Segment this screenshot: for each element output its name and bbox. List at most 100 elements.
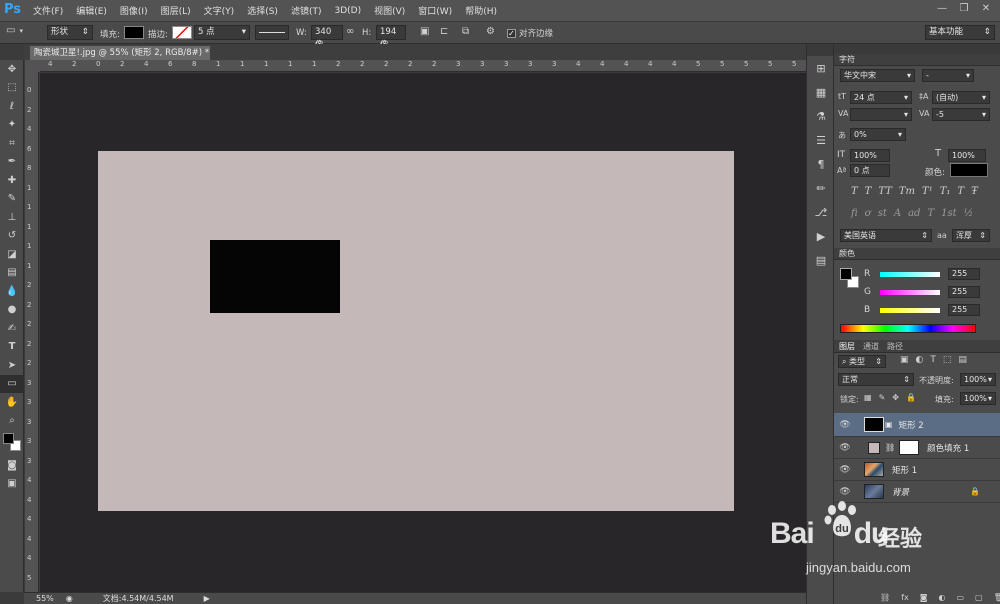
- mode-select[interactable]: 形状 ⇕: [47, 25, 93, 40]
- layer-row-rectangle-1[interactable]: 👁 矩形 1: [834, 459, 1000, 481]
- adjustments-panel-icon[interactable]: ⚗: [807, 104, 835, 128]
- baseline-shift-field[interactable]: 0 点: [850, 164, 890, 177]
- b-slider[interactable]: [880, 307, 940, 313]
- menu-file[interactable]: 文件(F): [33, 4, 63, 17]
- swash-icon[interactable]: st: [878, 208, 887, 219]
- new-layer-icon[interactable]: ▢: [975, 593, 983, 602]
- type-tool-icon[interactable]: T: [0, 338, 24, 357]
- menu-type[interactable]: 文字(Y): [204, 4, 235, 17]
- path-alignment-icon[interactable]: ⊏: [440, 26, 448, 37]
- path-operations-icon[interactable]: ▣: [420, 26, 429, 37]
- tracking-field[interactable]: -5 ▾: [932, 108, 990, 121]
- old-style-icon[interactable]: ơ: [865, 208, 871, 219]
- stroke-type-select[interactable]: [255, 25, 289, 40]
- adjustment-layer-icon[interactable]: ◐: [938, 593, 945, 602]
- filter-type-icon[interactable]: T: [930, 355, 936, 365]
- superscript-icon[interactable]: T¹: [922, 186, 933, 197]
- gradient-tool-icon[interactable]: ▤: [0, 264, 24, 283]
- faux-italic-icon[interactable]: T: [865, 186, 872, 197]
- menu-filter[interactable]: 滤镜(T): [291, 4, 322, 17]
- small-caps-icon[interactable]: Tт: [899, 186, 915, 197]
- stroke-width-field[interactable]: 5 点 ▾: [194, 25, 250, 40]
- color-panel-tab[interactable]: 颜色: [834, 248, 1000, 260]
- visibility-eye-icon[interactable]: 👁: [838, 487, 852, 497]
- r-slider[interactable]: [880, 271, 940, 277]
- menu-edit[interactable]: 编辑(E): [76, 4, 107, 17]
- menu-layer[interactable]: 图层(L): [161, 4, 191, 17]
- clone-stamp-tool-icon[interactable]: ⊥: [0, 208, 24, 227]
- document-canvas[interactable]: [98, 151, 734, 511]
- layer-row-rectangle-2[interactable]: 👁 ▣ 矩形 2: [834, 413, 1000, 437]
- dodge-tool-icon[interactable]: ●: [0, 301, 24, 320]
- foreground-color-swatch[interactable]: [3, 433, 14, 444]
- minimize-button[interactable]: —: [933, 3, 951, 17]
- layer-filter-select[interactable]: ⌕ 类型 ⇕: [838, 355, 886, 368]
- menu-image[interactable]: 图像(I): [120, 4, 148, 17]
- screen-mode-icon[interactable]: ▣: [0, 475, 24, 494]
- opacity-field[interactable]: 100% ▾: [960, 373, 996, 386]
- zoom-level[interactable]: 55%: [36, 594, 54, 603]
- filter-pixel-icon[interactable]: ▣: [900, 355, 909, 365]
- swatches-panel-icon[interactable]: ▤: [807, 248, 835, 272]
- crop-tool-icon[interactable]: ⌗: [0, 134, 24, 153]
- pen-tool-icon[interactable]: ✍: [0, 319, 24, 338]
- marquee-tool-icon[interactable]: ⬚: [0, 79, 24, 98]
- ligature-icon[interactable]: fi: [851, 208, 858, 219]
- antialias-select[interactable]: 浑厚 ⇕: [952, 229, 990, 242]
- panel-collapse-bar[interactable]: [834, 44, 1000, 54]
- delete-layer-icon[interactable]: 🗑: [994, 593, 1000, 602]
- close-button[interactable]: ✕: [977, 3, 995, 17]
- all-caps-icon[interactable]: TT: [878, 186, 892, 197]
- timeline-panel-icon[interactable]: ▶: [807, 224, 835, 248]
- g-value-field[interactable]: 255: [948, 286, 980, 298]
- path-arrangement-icon[interactable]: ⧉: [462, 26, 469, 37]
- status-icon[interactable]: ◉: [66, 594, 73, 603]
- blur-tool-icon[interactable]: 💧: [0, 282, 24, 301]
- horizontal-ruler[interactable]: 4 2 0 2 4 6 8 1 1 1 1 1 2 2 2 2 2 3 3 3 3 3 4 4 4 4 4 5 5 5 5 5: [40, 60, 806, 72]
- vertical-scale-field[interactable]: 100%: [850, 149, 890, 162]
- tool-preset[interactable]: ▭ ▾: [6, 25, 23, 36]
- history-brush-tool-icon[interactable]: ↺: [0, 227, 24, 246]
- actions-panel-icon[interactable]: ▦: [807, 80, 835, 104]
- layer-row-color-fill-1[interactable]: 👁 ⛓ 颜色填充 1: [834, 437, 1000, 459]
- gear-icon[interactable]: ⚙: [486, 26, 495, 37]
- move-tool-icon[interactable]: ✥: [0, 60, 24, 79]
- maximize-button[interactable]: ❐: [955, 3, 973, 17]
- healing-brush-tool-icon[interactable]: ✚: [0, 171, 24, 190]
- color-swatches[interactable]: [0, 430, 24, 456]
- status-menu-arrow-icon[interactable]: ▶: [204, 594, 210, 603]
- color-spectrum-bar[interactable]: [840, 324, 976, 333]
- tab-paths[interactable]: 路径: [887, 341, 903, 352]
- visibility-eye-icon[interactable]: 👁: [838, 420, 852, 430]
- height-field[interactable]: 194 像: [376, 25, 406, 50]
- font-style-select[interactable]: - ▾: [922, 69, 974, 82]
- faux-bold-icon[interactable]: T: [851, 186, 858, 197]
- eraser-tool-icon[interactable]: ◪: [0, 245, 24, 264]
- hand-tool-icon[interactable]: ✋: [0, 393, 24, 412]
- document-tab[interactable]: 陶瓷城卫星!.jpg @ 55% (矩形 2, RGB/8#) *: [30, 46, 210, 60]
- align-edges-checkbox[interactable]: ✓ 对齐边缘: [507, 27, 553, 39]
- kerning-field[interactable]: ▾: [850, 108, 912, 121]
- filter-smart-icon[interactable]: ▤: [958, 355, 967, 365]
- underline-icon[interactable]: T: [957, 186, 964, 197]
- tab-channels[interactable]: 通道: [863, 341, 879, 352]
- stroke-swatch[interactable]: [172, 26, 192, 39]
- b-value-field[interactable]: 255: [948, 304, 980, 316]
- menu-select[interactable]: 选择(S): [247, 4, 278, 17]
- titling-icon[interactable]: ad: [908, 208, 920, 219]
- quick-mask-icon[interactable]: ◙: [0, 456, 24, 475]
- clone-source-panel-icon[interactable]: ⎇: [807, 200, 835, 224]
- link-layers-icon[interactable]: ⛓: [880, 593, 890, 602]
- blend-mode-select[interactable]: 正常 ⇕: [838, 373, 914, 386]
- magic-wand-tool-icon[interactable]: ✦: [0, 116, 24, 135]
- filter-adjustment-icon[interactable]: ◐: [916, 355, 924, 365]
- color-fg-swatch[interactable]: [840, 268, 852, 280]
- font-family-select[interactable]: 华文中宋 ▾: [840, 69, 915, 82]
- paragraph-panel-icon[interactable]: ¶: [807, 152, 835, 176]
- filter-shape-icon[interactable]: ⬚: [943, 355, 952, 365]
- menu-help[interactable]: 帮助(H): [465, 4, 497, 17]
- brush-panel-icon[interactable]: ✏: [807, 176, 835, 200]
- lock-pixels-icon[interactable]: ✎: [879, 393, 886, 402]
- visibility-eye-icon[interactable]: 👁: [838, 465, 852, 475]
- history-panel-icon[interactable]: ⊞: [807, 56, 835, 80]
